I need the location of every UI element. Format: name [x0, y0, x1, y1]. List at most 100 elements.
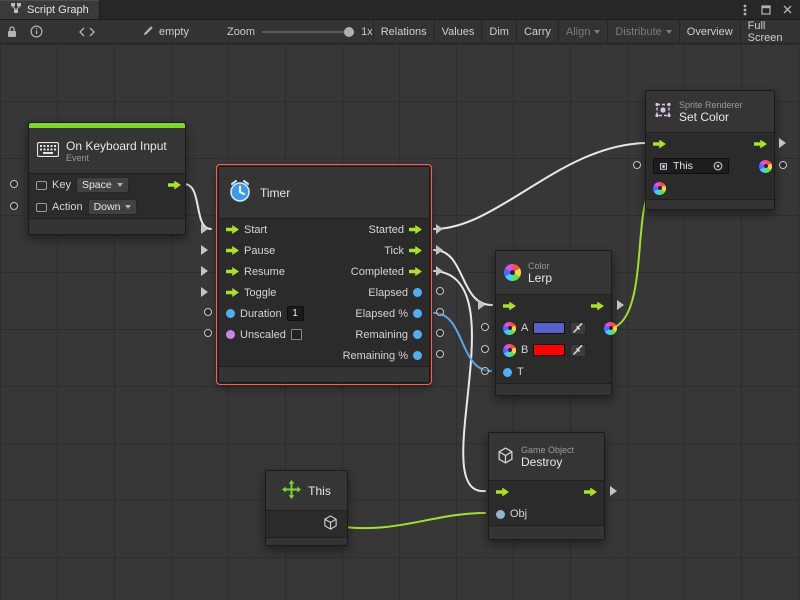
external-flow-port[interactable] — [610, 486, 617, 496]
bool-input-port[interactable] — [226, 330, 235, 339]
flow-output-port[interactable] — [168, 181, 181, 190]
window-controls — [739, 0, 800, 19]
node-title: This — [308, 484, 331, 498]
external-output-port[interactable] — [436, 287, 444, 295]
value-input-port[interactable] — [226, 309, 235, 318]
flow-output-port[interactable] — [409, 267, 422, 276]
external-flow-port[interactable] — [201, 224, 208, 234]
graph-canvas[interactable]: On Keyboard Input Event Key Space Action… — [0, 44, 800, 600]
external-flow-port[interactable] — [478, 300, 485, 310]
wire-this-to-obj — [344, 513, 485, 528]
distribute-button[interactable]: Distribute — [607, 20, 678, 44]
node-timer[interactable]: Timer Start Started Pause Tick Resume Co… — [218, 166, 430, 383]
action-dropdown-value: Down — [94, 201, 121, 213]
external-flow-port[interactable] — [779, 138, 786, 148]
external-flow-port[interactable] — [436, 224, 443, 234]
close-button[interactable] — [781, 4, 793, 16]
zoom-slider[interactable] — [262, 27, 354, 37]
color-output-port[interactable] — [759, 160, 772, 173]
lock-button[interactable] — [0, 20, 24, 44]
carry-button[interactable]: Carry — [516, 20, 558, 44]
port-label: Key — [52, 179, 71, 191]
relations-button[interactable]: Relations — [373, 20, 434, 44]
collapse-panels-button[interactable] — [73, 20, 101, 44]
flow-input-port[interactable] — [496, 488, 509, 497]
flow-input-port[interactable] — [226, 288, 239, 297]
node-this[interactable]: This — [265, 470, 348, 546]
duration-input[interactable]: 1 — [287, 306, 304, 321]
color-input-port[interactable] — [503, 322, 516, 335]
flow-input-port[interactable] — [226, 267, 239, 276]
color-a-swatch[interactable] — [533, 322, 565, 334]
dim-button[interactable]: Dim — [481, 20, 516, 44]
values-button[interactable]: Values — [434, 20, 482, 44]
value-output-port[interactable] — [413, 330, 422, 339]
external-output-port[interactable] — [436, 308, 444, 316]
external-flow-port[interactable] — [617, 300, 624, 310]
flow-input-port[interactable] — [503, 302, 516, 311]
flow-output-port[interactable] — [591, 302, 604, 311]
gameobject-output-port[interactable] — [323, 515, 338, 533]
external-flow-port[interactable] — [201, 245, 208, 255]
external-input-port[interactable] — [633, 161, 641, 169]
info-button[interactable] — [24, 20, 49, 44]
zoom-slider-track[interactable] — [262, 31, 354, 33]
external-input-port[interactable] — [10, 202, 18, 210]
port-label: Toggle — [244, 287, 276, 299]
value-input-port[interactable] — [503, 368, 512, 377]
external-flow-port[interactable] — [201, 266, 208, 276]
port-label: Tick — [384, 245, 404, 257]
node-title: Destroy — [521, 455, 574, 469]
node-footer — [219, 366, 429, 382]
external-output-port[interactable] — [436, 350, 444, 358]
external-input-port[interactable] — [481, 323, 489, 331]
key-dropdown[interactable]: Space — [76, 177, 129, 193]
unscaled-checkbox[interactable] — [291, 329, 302, 340]
node-color-lerp[interactable]: Color Lerp A B — [495, 250, 612, 396]
tab-script-graph[interactable]: Script Graph — [0, 0, 100, 19]
external-input-port[interactable] — [481, 345, 489, 353]
flow-input-port[interactable] — [226, 225, 239, 234]
object-input-port[interactable] — [496, 510, 505, 519]
eyedropper-button[interactable] — [570, 322, 586, 335]
flow-output-port[interactable] — [409, 246, 422, 255]
external-input-port[interactable] — [481, 367, 489, 375]
node-set-color[interactable]: Sprite Renderer Set Color This — [645, 90, 775, 210]
node-on-keyboard-input[interactable]: On Keyboard Input Event Key Space Action… — [28, 122, 186, 235]
chevron-down-icon — [666, 30, 672, 34]
flow-input-port[interactable] — [226, 246, 239, 255]
flow-output-port[interactable] — [584, 488, 597, 497]
action-dropdown[interactable]: Down — [88, 199, 138, 215]
eyedropper-button[interactable] — [570, 344, 586, 357]
external-flow-port[interactable] — [201, 287, 208, 297]
color-input-port[interactable] — [653, 182, 666, 195]
flow-input-port[interactable] — [653, 140, 666, 149]
zoom-slider-handle[interactable] — [344, 27, 354, 37]
maximize-button[interactable] — [760, 4, 772, 16]
color-input-port[interactable] — [503, 344, 516, 357]
full-screen-button[interactable]: Full Screen — [740, 20, 800, 44]
flow-output-port[interactable] — [754, 140, 767, 149]
external-flow-port[interactable] — [436, 266, 443, 276]
color-b-swatch[interactable] — [533, 344, 565, 356]
value-output-port[interactable] — [413, 309, 422, 318]
color-output-port[interactable] — [604, 322, 617, 335]
external-input-port[interactable] — [10, 180, 18, 188]
window-menu-button[interactable] — [739, 4, 751, 16]
align-button[interactable]: Align — [558, 20, 607, 44]
external-input-port[interactable] — [204, 329, 212, 337]
port-label: Start — [244, 224, 267, 236]
overview-button[interactable]: Overview — [679, 20, 740, 44]
external-flow-port[interactable] — [436, 245, 443, 255]
node-destroy[interactable]: Game Object Destroy Obj — [488, 432, 605, 540]
node-footer — [29, 218, 185, 234]
flow-output-port[interactable] — [409, 225, 422, 234]
external-input-port[interactable] — [204, 308, 212, 316]
external-output-port[interactable] — [436, 329, 444, 337]
edit-graph-icon[interactable] — [143, 25, 154, 39]
value-output-port[interactable] — [413, 351, 422, 360]
zoom-value: 1x — [361, 26, 373, 38]
external-output-port[interactable] — [779, 161, 787, 169]
target-object-field[interactable]: This — [653, 158, 729, 174]
value-output-port[interactable] — [413, 288, 422, 297]
